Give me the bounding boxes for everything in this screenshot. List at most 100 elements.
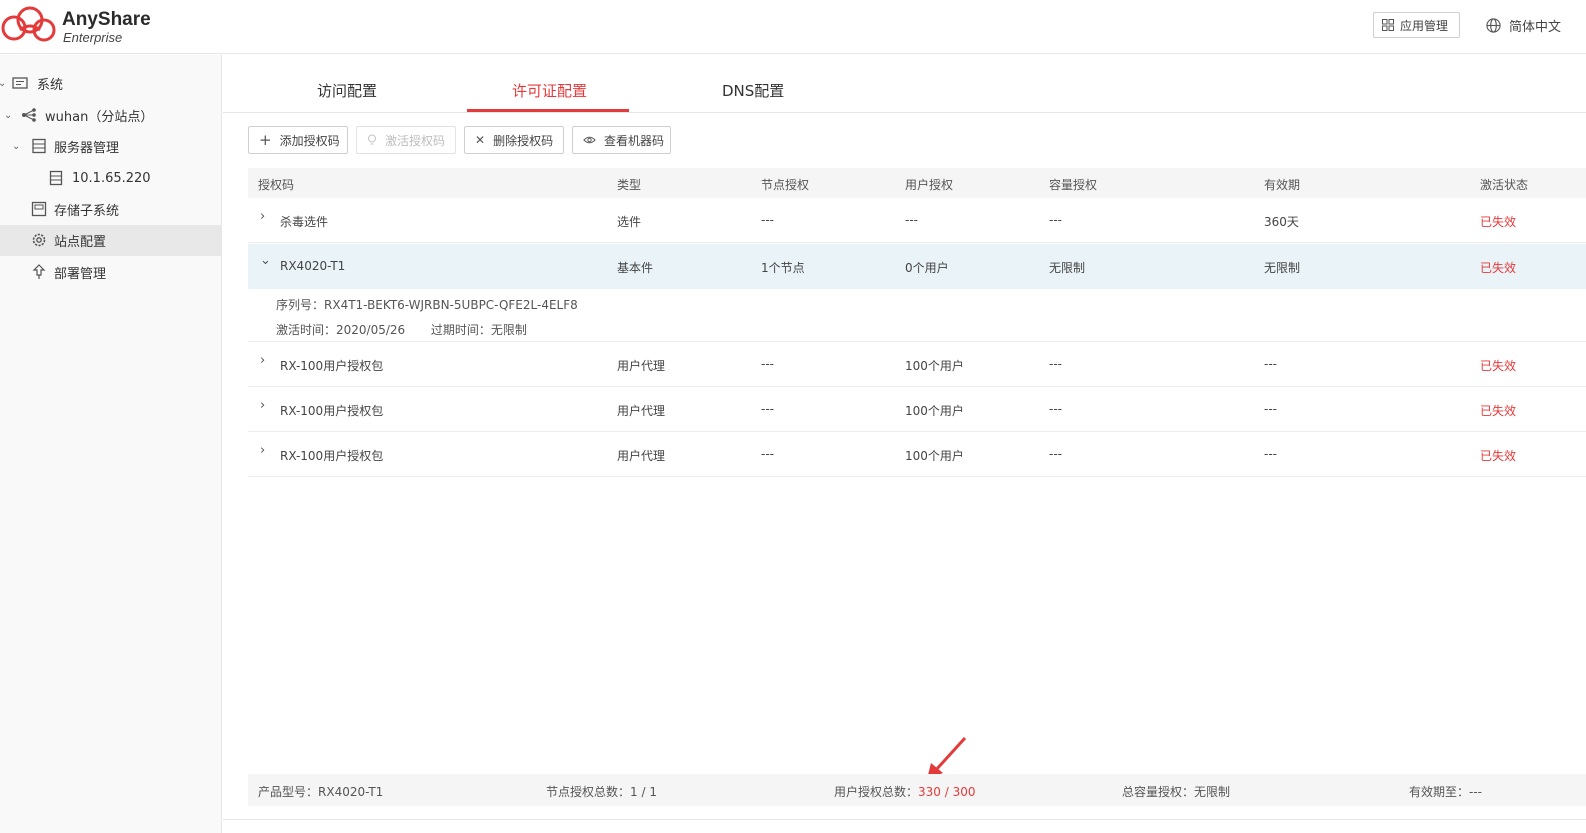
chevron-right-icon[interactable]: ›	[260, 353, 265, 368]
storage-icon	[31, 201, 47, 217]
app-management-button[interactable]: 应用管理	[1373, 12, 1460, 38]
activate-license-button[interactable]: 激活授权码	[356, 126, 456, 154]
user-license: 100个用户	[905, 404, 964, 418]
sidebar-item-server-management[interactable]: ⌄ 服务器管理	[0, 131, 221, 162]
lightbulb-icon	[368, 134, 376, 145]
column-header[interactable]: 用户授权	[905, 176, 953, 193]
capacity-license: ---	[1049, 447, 1062, 461]
status-badge: 已失效	[1480, 261, 1517, 275]
activated-value: 2020/05/26	[336, 323, 406, 337]
user-license: 100个用户	[905, 359, 964, 373]
system-icon	[12, 77, 28, 89]
delete-license-button[interactable]: ✕ 删除授权码	[464, 126, 564, 154]
license-summary: 产品型号：RX4020-T1 节点授权总数：1 / 1 用户授权总数：330 /…	[248, 774, 1586, 806]
capacity-total: 总容量授权：无限制	[1122, 783, 1230, 800]
view-machine-code-label: 查看机器码	[604, 133, 665, 148]
column-header[interactable]: 节点授权	[761, 176, 809, 193]
tab-bar: 访问配置 许可证配置 DNS配置	[223, 55, 1586, 113]
sidebar-item-label: 10.1.65.220	[72, 171, 151, 186]
column-header[interactable]: 授权码	[258, 176, 294, 193]
table-row[interactable]: › RX-100用户授权包 用户代理 --- 100个用户 --- --- 已失…	[248, 342, 1586, 387]
license-code: RX-100用户授权包	[280, 404, 384, 418]
gear-icon	[32, 233, 46, 247]
expiry-date: 有效期至：---	[1409, 783, 1482, 800]
table-row[interactable]: ⌄ RX4020-T1 基本件 1个节点 0个用户 无限制 无限制 已失效	[248, 244, 1586, 289]
column-header[interactable]: 容量授权	[1049, 176, 1097, 193]
node-license: ---	[761, 447, 774, 461]
tab-license-config[interactable]: 许可证配置	[512, 80, 587, 101]
chevron-right-icon[interactable]: ›	[260, 398, 265, 413]
sidebar-item-label: 系统	[37, 78, 64, 93]
node-license: ---	[761, 402, 774, 416]
node-license: ---	[761, 357, 774, 371]
divider	[223, 819, 1586, 820]
license-type: 选件	[617, 215, 642, 229]
globe-icon	[1486, 18, 1501, 33]
table-row[interactable]: › RX-100用户授权包 用户代理 --- 100个用户 --- --- 已失…	[248, 432, 1586, 477]
tab-access-config[interactable]: 访问配置	[317, 80, 377, 101]
chevron-down-icon[interactable]: ⌄	[0, 78, 6, 89]
sidebar-item-site-config[interactable]: 站点配置	[0, 225, 221, 256]
chevron-down-icon[interactable]: ⌄	[260, 253, 271, 268]
network-icon	[22, 108, 36, 122]
node-total: 节点授权总数：1 / 1	[546, 783, 657, 800]
view-machine-code-button[interactable]: 查看机器码	[572, 126, 671, 154]
language-switcher[interactable]: 简体中文	[1486, 16, 1561, 35]
user-total-value: 330 / 300	[918, 785, 976, 799]
table-row[interactable]: › 杀毒选件 选件 --- --- --- 360天 已失效	[248, 198, 1586, 243]
chevron-right-icon[interactable]: ›	[260, 443, 265, 458]
user-license: 0个用户	[905, 261, 949, 275]
validity: ---	[1264, 447, 1277, 461]
sidebar-item-label: 部署管理	[54, 267, 107, 282]
activated-label: 激活时间：	[276, 323, 337, 337]
sidebar-item-label: 存储子系统	[54, 204, 120, 219]
validity: 360天	[1264, 215, 1299, 229]
status-badge: 已失效	[1480, 215, 1517, 229]
eye-icon	[583, 136, 596, 144]
sidebar-item-system[interactable]: ⌄ 系统	[0, 68, 221, 99]
sidebar-item-label: 服务器管理	[54, 141, 120, 156]
sidebar-item-deployment[interactable]: 部署管理	[0, 257, 221, 288]
serial-line: 序列号：RX4T1-BEKT6-WJRBN-5UBPC-QFE2L-4ELF8	[276, 296, 578, 313]
node-total-label: 节点授权总数：	[546, 785, 631, 799]
sidebar-item-label: 站点配置	[54, 235, 107, 250]
top-bar: AnyShare Enterprise 应用管理 简体中文	[0, 0, 1586, 54]
serial-value: RX4T1-BEKT6-WJRBN-5UBPC-QFE2L-4ELF8	[324, 298, 578, 312]
license-code: RX4020-T1	[280, 259, 346, 273]
node-license: 1个节点	[761, 261, 805, 275]
node-license: ---	[761, 213, 774, 227]
chevron-right-icon[interactable]: ›	[260, 209, 265, 224]
tab-dns-config[interactable]: DNS配置	[722, 80, 784, 101]
sidebar-item-wuhan[interactable]: ⌄ wuhan（分站点）	[0, 100, 221, 131]
license-code: 杀毒选件	[280, 215, 329, 229]
validity: ---	[1264, 402, 1277, 416]
license-code: RX-100用户授权包	[280, 359, 384, 373]
sidebar-item-storage[interactable]: 存储子系统	[0, 194, 221, 225]
table-header: 授权码 类型 节点授权 用户授权 容量授权 有效期 激活状态	[248, 168, 1586, 198]
column-header[interactable]: 激活状态	[1480, 176, 1528, 193]
column-header[interactable]: 有效期	[1264, 176, 1300, 193]
serial-label: 序列号：	[276, 298, 325, 312]
activation-line: 激活时间：2020/05/26 过期时间：无限制	[276, 321, 527, 338]
expire-label: 过期时间：	[430, 323, 491, 337]
plus-icon: +	[259, 131, 272, 149]
table-row[interactable]: › RX-100用户授权包 用户代理 --- 100个用户 --- --- 已失…	[248, 387, 1586, 432]
add-license-button[interactable]: + 添加授权码	[248, 126, 348, 154]
chevron-down-icon[interactable]: ⌄	[12, 141, 20, 152]
capacity-total-value: 无限制	[1194, 785, 1231, 799]
license-type: 用户代理	[617, 359, 666, 373]
chevron-down-icon[interactable]: ⌄	[4, 110, 12, 121]
capacity-license: 无限制	[1049, 261, 1086, 275]
column-header[interactable]: 类型	[617, 176, 641, 193]
sidebar-item-server-node[interactable]: 10.1.65.220	[0, 163, 221, 194]
expiry-value: ---	[1469, 785, 1483, 799]
activate-license-label: 激活授权码	[385, 133, 446, 148]
brand-subtitle: Enterprise	[63, 30, 123, 45]
status-badge: 已失效	[1480, 359, 1517, 373]
status-badge: 已失效	[1480, 404, 1517, 418]
capacity-license: ---	[1049, 402, 1062, 416]
sidebar-item-label: wuhan（分站点）	[45, 110, 154, 125]
expiry-label: 有效期至：	[1409, 785, 1470, 799]
license-type: 基本件	[617, 261, 654, 275]
product-model: 产品型号：RX4020-T1	[258, 783, 383, 800]
